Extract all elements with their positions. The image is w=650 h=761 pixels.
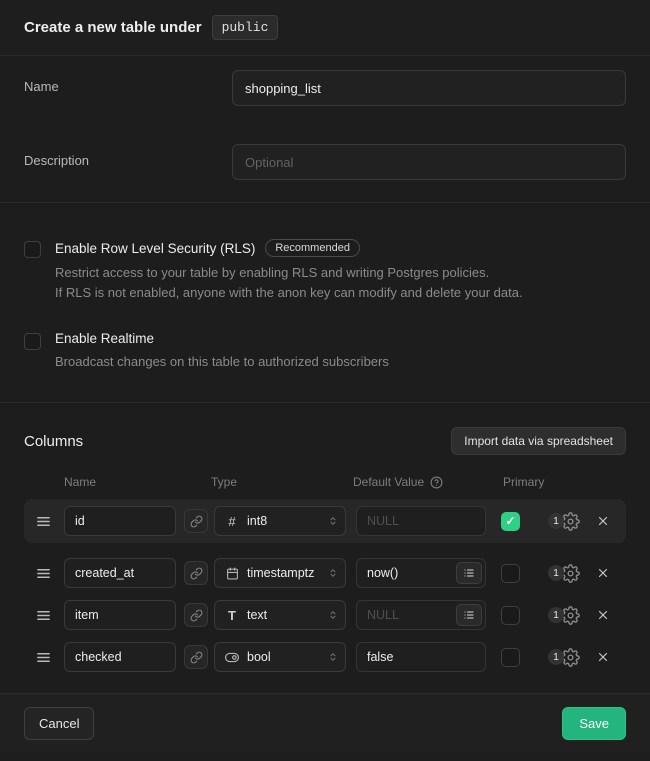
default-value-input[interactable] (356, 506, 486, 536)
primary-checkbox[interactable] (501, 648, 520, 667)
help-circle-icon[interactable] (430, 476, 443, 489)
import-spreadsheet-button[interactable]: Import data via spreadsheet (451, 427, 626, 455)
cancel-button[interactable]: Cancel (24, 707, 94, 740)
primary-checkbox[interactable] (501, 512, 520, 531)
foreign-key-link-icon[interactable] (184, 509, 208, 533)
remove-column-icon[interactable] (592, 510, 614, 532)
default-value-menu-icon[interactable] (456, 604, 482, 626)
columns-grid-header: Name Type Default Value Primary (24, 475, 626, 489)
name-label: Name (24, 70, 232, 94)
rls-description: Restrict access to your table by enablin… (55, 263, 626, 303)
header-primary: Primary (503, 475, 544, 489)
column-type-label: timestamptz (247, 566, 319, 580)
foreign-key-link-icon[interactable] (184, 603, 208, 627)
chevron-updown-icon (327, 650, 339, 664)
dialog-header: Create a new table under public (0, 0, 650, 56)
table-details-section: Name Description (0, 56, 650, 202)
header-default-value: Default Value (353, 475, 503, 489)
drag-handle-icon[interactable] (36, 514, 52, 529)
toggle-icon (225, 650, 239, 665)
column-settings-button[interactable]: 1 (548, 512, 580, 531)
column-settings-button[interactable]: 1 (548, 606, 580, 625)
save-button[interactable]: Save (562, 707, 626, 740)
table-name-input[interactable] (232, 70, 626, 106)
column-type-select[interactable]: # int8 (214, 506, 346, 536)
settings-count-badge: 1 (548, 513, 564, 529)
remove-column-icon[interactable] (592, 562, 614, 584)
recommended-badge: Recommended (265, 239, 360, 257)
settings-count-badge: 1 (548, 649, 564, 665)
column-row: timestamptz 1 (24, 555, 626, 591)
calendar-icon (225, 567, 239, 580)
drag-handle-icon[interactable] (36, 566, 52, 581)
realtime-label: Enable Realtime (55, 331, 154, 346)
column-row: bool 1 (24, 639, 626, 675)
default-value-input[interactable] (356, 642, 486, 672)
rls-checkbox[interactable] (24, 241, 41, 258)
primary-checkbox[interactable] (501, 606, 520, 625)
realtime-option: Enable Realtime Broadcast changes on thi… (24, 331, 626, 372)
settings-count-badge: 1 (548, 565, 564, 581)
header-type: Type (211, 475, 353, 489)
hash-icon: # (225, 514, 239, 529)
options-section: Enable Row Level Security (RLS) Recommen… (0, 202, 650, 402)
drag-handle-icon[interactable] (36, 608, 52, 623)
column-settings-button[interactable]: 1 (548, 564, 580, 583)
schema-badge: public (212, 15, 279, 40)
rls-label: Enable Row Level Security (RLS) (55, 241, 255, 256)
chevron-updown-icon (327, 566, 339, 580)
settings-count-badge: 1 (548, 607, 564, 623)
column-type-select[interactable]: T text (214, 600, 346, 630)
text-icon: T (225, 608, 239, 623)
default-value-menu-icon[interactable] (456, 562, 482, 584)
column-name-input[interactable] (64, 600, 176, 630)
columns-list: # int8 1 timestamptz (24, 499, 626, 675)
table-description-input[interactable] (232, 144, 626, 180)
column-type-label: bool (247, 650, 319, 664)
foreign-key-link-icon[interactable] (184, 645, 208, 669)
dialog-title: Create a new table under (24, 19, 202, 36)
column-settings-button[interactable]: 1 (548, 648, 580, 667)
dialog-footer: Cancel Save (0, 693, 650, 753)
chevron-updown-icon (327, 514, 339, 528)
columns-section: Columns Import data via spreadsheet Name… (0, 402, 650, 693)
header-name: Name (64, 475, 211, 489)
foreign-key-link-icon[interactable] (184, 561, 208, 585)
remove-column-icon[interactable] (592, 604, 614, 626)
column-row: # int8 1 (24, 499, 626, 543)
column-row: T text 1 (24, 597, 626, 633)
column-type-label: int8 (247, 514, 319, 528)
columns-title: Columns (24, 433, 83, 450)
description-label: Description (24, 144, 232, 168)
drag-handle-icon[interactable] (36, 650, 52, 665)
column-name-input[interactable] (64, 642, 176, 672)
column-type-select[interactable]: bool (214, 642, 346, 672)
column-name-input[interactable] (64, 558, 176, 588)
chevron-updown-icon (327, 608, 339, 622)
column-type-select[interactable]: timestamptz (214, 558, 346, 588)
realtime-description: Broadcast changes on this table to autho… (55, 352, 626, 372)
realtime-checkbox[interactable] (24, 333, 41, 350)
rls-option: Enable Row Level Security (RLS) Recommen… (24, 239, 626, 303)
remove-column-icon[interactable] (592, 646, 614, 668)
column-type-label: text (247, 608, 319, 622)
primary-checkbox[interactable] (501, 564, 520, 583)
column-name-input[interactable] (64, 506, 176, 536)
